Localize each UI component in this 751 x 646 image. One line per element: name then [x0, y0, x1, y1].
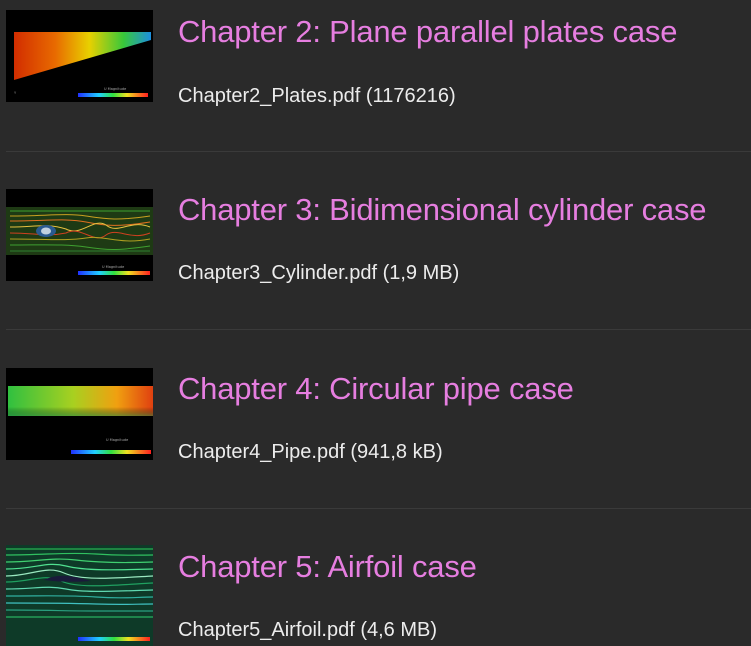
svg-text:U Magnitude: U Magnitude	[106, 438, 128, 442]
chapter-pdf-link[interactable]: Chapter4_Pipe.pdf (941,8 kB)	[178, 442, 443, 462]
divider	[6, 151, 751, 152]
pipe-flow-thumbnail[interactable]: U Magnitude	[6, 368, 153, 460]
chapter-list: U Magnitude Y Chapter 2: Plane parallel …	[0, 0, 751, 646]
chapter-pdf-link[interactable]: Chapter2_Plates.pdf (1176216)	[178, 86, 456, 106]
svg-text:Y: Y	[14, 91, 17, 95]
chapter-pdf-link[interactable]: Chapter3_Cylinder.pdf (1,9 MB)	[178, 263, 459, 283]
chapter-pdf-link[interactable]: Chapter5_Airfoil.pdf (4,6 MB)	[178, 620, 437, 640]
chapter-title[interactable]: Chapter 4: Circular pipe case	[178, 373, 574, 404]
cylinder-flow-thumbnail[interactable]: U Magnitude	[6, 189, 153, 281]
svg-text:U Magnitude: U Magnitude	[104, 87, 126, 91]
airfoil-flow-thumbnail[interactable]	[6, 545, 153, 646]
chapter-title[interactable]: Chapter 2: Plane parallel plates case	[178, 16, 677, 47]
svg-text:U Magnitude: U Magnitude	[102, 265, 124, 269]
chapter-title[interactable]: Chapter 5: Airfoil case	[178, 551, 477, 582]
divider	[6, 508, 751, 509]
plates-flow-thumbnail[interactable]: U Magnitude Y	[6, 10, 153, 102]
chapter-title[interactable]: Chapter 3: Bidimensional cylinder case	[178, 194, 706, 225]
divider	[6, 329, 751, 330]
